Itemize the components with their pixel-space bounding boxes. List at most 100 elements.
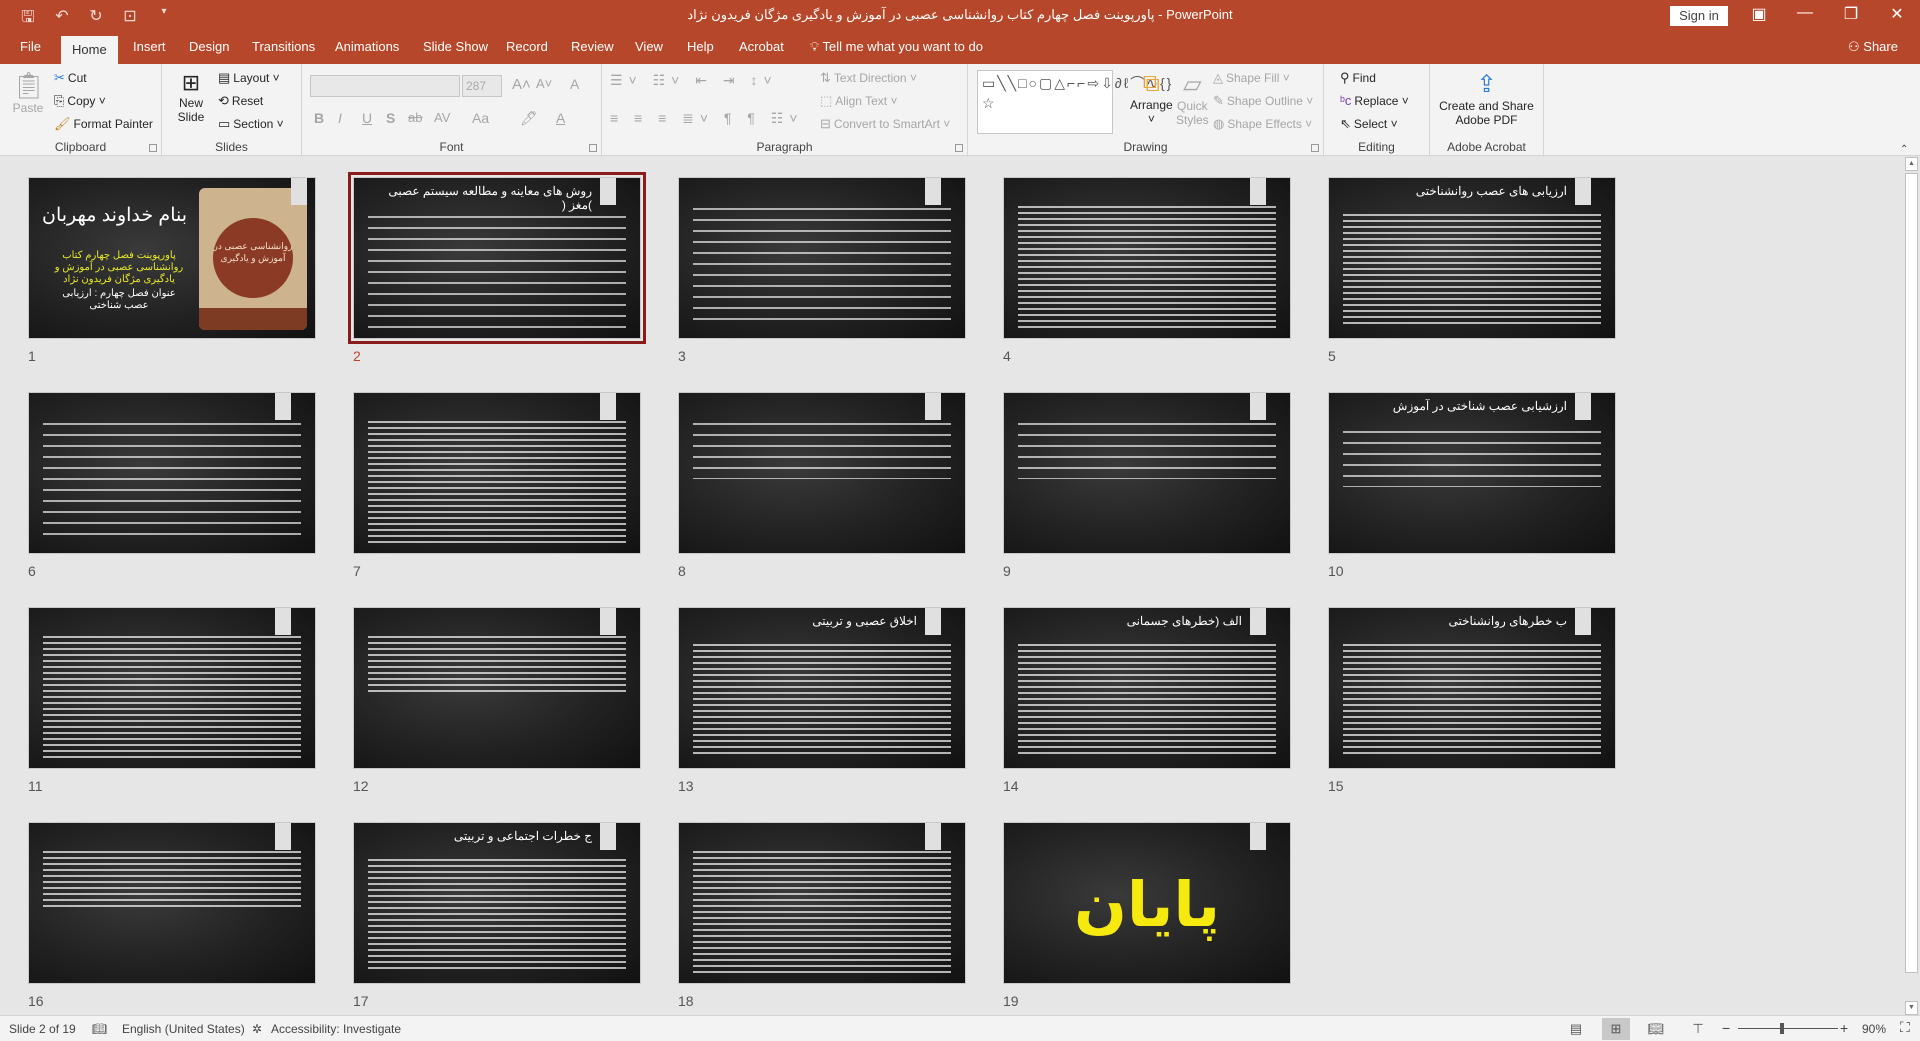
slide-thumbnail[interactable] — [1003, 392, 1291, 554]
copy-button[interactable]: ⎘ Copy ˅ — [54, 93, 106, 109]
slide-show-view-icon[interactable]: ⊤ — [1684, 1018, 1712, 1040]
tab-home[interactable]: Home — [61, 36, 118, 64]
zoom-slider-thumb[interactable] — [1780, 1023, 1784, 1034]
minimize-button[interactable]: — — [1790, 4, 1820, 22]
slide-thumbnail[interactable]: ارزشیابی عصب شناختی در آموزش — [1328, 392, 1616, 554]
text-shadow-button[interactable]: S — [386, 110, 395, 126]
collapse-ribbon-icon[interactable]: ⌃ — [1900, 144, 1908, 155]
character-spacing-button[interactable]: AV — [434, 110, 450, 125]
underline-button[interactable]: U — [362, 110, 372, 126]
group-label: Clipboard — [54, 140, 107, 154]
dialog-launcher-icon[interactable] — [149, 144, 157, 152]
layout-button[interactable]: ▤ Layout ˅ — [218, 70, 280, 86]
language-indicator[interactable]: English (United States) — [122, 1022, 245, 1036]
fit-to-window-icon[interactable]: ⛶ — [1900, 1019, 1910, 1036]
tab-slide-show[interactable]: Slide Show — [423, 39, 488, 54]
slide-thumbnail[interactable]: بنام خداوند مهربان پاورپوینت فصل چهارم کت… — [28, 177, 316, 339]
tab-help[interactable]: Help — [687, 39, 714, 54]
text-direction-button[interactable]: ⇅ Text Direction ˅ — [820, 70, 917, 86]
replace-button[interactable]: ᵇc Replace ˅ — [1340, 93, 1409, 108]
convert-smartart-button[interactable]: ⊟ Convert to SmartArt ˅ — [820, 116, 950, 132]
zoom-level[interactable]: 90% — [1862, 1022, 1886, 1036]
slide-thumbnail[interactable]: ارزیابی های عصب روانشناختی — [1328, 177, 1616, 339]
slide-thumbnail[interactable]: ج خطرات اجتماعی و تربیتی — [353, 822, 641, 984]
bold-button[interactable]: B — [314, 110, 324, 126]
tab-insert[interactable]: Insert — [133, 39, 166, 54]
slide-thumbnail[interactable]: الف (خطرهای جسمانی — [1003, 607, 1291, 769]
restore-button[interactable]: ❐ — [1836, 4, 1866, 24]
dialog-launcher-icon[interactable] — [589, 144, 597, 152]
decrease-font-size-button[interactable]: A˅ — [536, 76, 552, 91]
reading-view-icon[interactable]: 📖︎ — [1642, 1018, 1670, 1040]
tab-transitions[interactable]: Transitions — [252, 39, 315, 54]
slide-thumbnail[interactable]: پایان — [1003, 822, 1291, 984]
select-button[interactable]: ⇖ Select ˅ — [1340, 116, 1398, 132]
italic-button[interactable]: I — [338, 110, 342, 126]
tab-animations[interactable]: Animations — [335, 39, 399, 54]
scrollbar-thumb[interactable] — [1905, 173, 1918, 973]
shape-fill-button[interactable]: ◬ Shape Fill ˅ — [1213, 70, 1290, 86]
reset-button[interactable]: ⟲ Reset — [218, 93, 263, 109]
slide-thumbnail[interactable] — [678, 392, 966, 554]
slide-thumbnail[interactable] — [678, 822, 966, 984]
arrange-button[interactable]: ⧉ Arrange ˅ — [1130, 70, 1173, 126]
slide-thumbnail[interactable] — [678, 177, 966, 339]
slide-thumbnail[interactable]: ب خطرهای روانشناختی — [1328, 607, 1616, 769]
ribbon-display-options-icon[interactable]: ▣ — [1744, 4, 1774, 24]
strikethrough-button[interactable]: ab — [408, 110, 422, 125]
format-painter-button[interactable]: 🖌︎ Format Painter — [54, 116, 153, 132]
spell-check-icon[interactable]: 📖︎ — [92, 1022, 107, 1036]
scroll-down-icon[interactable]: ▼ — [1905, 1001, 1918, 1015]
slide-thumbnail[interactable] — [28, 392, 316, 554]
zoom-out-button[interactable]: − — [1722, 1020, 1730, 1036]
quick-styles-button[interactable]: ▱ Quick Styles — [1176, 70, 1209, 127]
section-button[interactable]: ▭ Section ˅ — [218, 116, 284, 132]
alignment-buttons[interactable]: ≡ ≡ ≡ ≣˅ ¶ ¶ ☷˅ — [610, 110, 804, 127]
slide-tag — [275, 823, 291, 850]
list-buttons[interactable]: ☰˅ ☷˅ ⇤ ⇥ ↕˅ — [610, 72, 778, 89]
shape-outline-button[interactable]: ✎ Shape Outline ˅ — [1213, 93, 1313, 109]
accessibility-status[interactable]: Accessibility: Investigate — [271, 1022, 401, 1036]
paste-button[interactable]: 📋︎ Paste — [12, 70, 45, 115]
slide-thumbnail[interactable] — [353, 607, 641, 769]
new-slide-button[interactable]: ⊞ New Slide — [176, 70, 206, 124]
align-text-button[interactable]: ⬚ Align Text ˅ — [820, 93, 897, 109]
slide-thumbnail[interactable] — [353, 392, 641, 554]
highlight-color-icon[interactable]: 🖊︎ — [520, 110, 538, 127]
normal-view-icon[interactable]: ▤ — [1562, 1018, 1590, 1040]
slide-thumbnail[interactable] — [28, 607, 316, 769]
tab-design[interactable]: Design — [189, 39, 229, 54]
change-case-button[interactable]: Aa — [472, 110, 489, 126]
tab-view[interactable]: View — [635, 39, 663, 54]
share-button[interactable]: ⚇ Share — [1848, 39, 1898, 55]
find-button[interactable]: ⚲ Find — [1340, 70, 1376, 86]
dialog-launcher-icon[interactable] — [1311, 144, 1319, 152]
font-name-dropdown[interactable] — [310, 75, 460, 97]
vertical-scrollbar[interactable]: ▲ ▼ — [1904, 157, 1918, 1015]
font-size-dropdown[interactable]: 287 — [462, 75, 502, 97]
zoom-slider[interactable] — [1738, 1023, 1838, 1034]
sign-in-button[interactable]: Sign in — [1670, 6, 1728, 26]
slide-thumbnail[interactable] — [28, 822, 316, 984]
increase-font-size-button[interactable]: A˄ — [512, 76, 531, 93]
shapes-gallery[interactable]: ▭╲╲□○▢△⌐⌐⇨⇩∂ℓ⌒∿{}☆ — [977, 70, 1171, 134]
slide-thumbnail[interactable]: اخلاق عصبی و تربیتی — [678, 607, 966, 769]
tab-acrobat[interactable]: Acrobat — [739, 39, 784, 54]
scroll-up-icon[interactable]: ▲ — [1905, 157, 1918, 171]
slide-thumbnail[interactable] — [1003, 177, 1291, 339]
clear-formatting-button[interactable]: A — [570, 76, 579, 92]
zoom-in-button[interactable]: + — [1840, 1020, 1848, 1036]
create-share-pdf-button[interactable]: ⇪ Create and Share Adobe PDF — [1430, 70, 1543, 127]
tab-review[interactable]: Review — [571, 39, 614, 54]
shape-effects-button[interactable]: ◍ Shape Effects ˅ — [1213, 116, 1312, 132]
cut-button[interactable]: ✂ Cut — [54, 70, 87, 86]
slide-thumbnail[interactable]: روش های معاینه و مطالعه سیستم عصبی )مغز … — [348, 172, 646, 344]
tab-record[interactable]: Record — [506, 39, 548, 54]
slide-sorter-view-icon[interactable]: ⊞ — [1602, 1018, 1630, 1040]
tab-file[interactable]: File — [20, 39, 41, 54]
font-color-icon[interactable]: A — [556, 110, 565, 126]
dialog-launcher-icon[interactable] — [955, 144, 963, 152]
group-label: Slides — [215, 140, 248, 154]
tell-me-search[interactable]: 💡︎ Tell me what you want to do — [810, 39, 983, 55]
close-button[interactable]: ✕ — [1882, 4, 1912, 24]
